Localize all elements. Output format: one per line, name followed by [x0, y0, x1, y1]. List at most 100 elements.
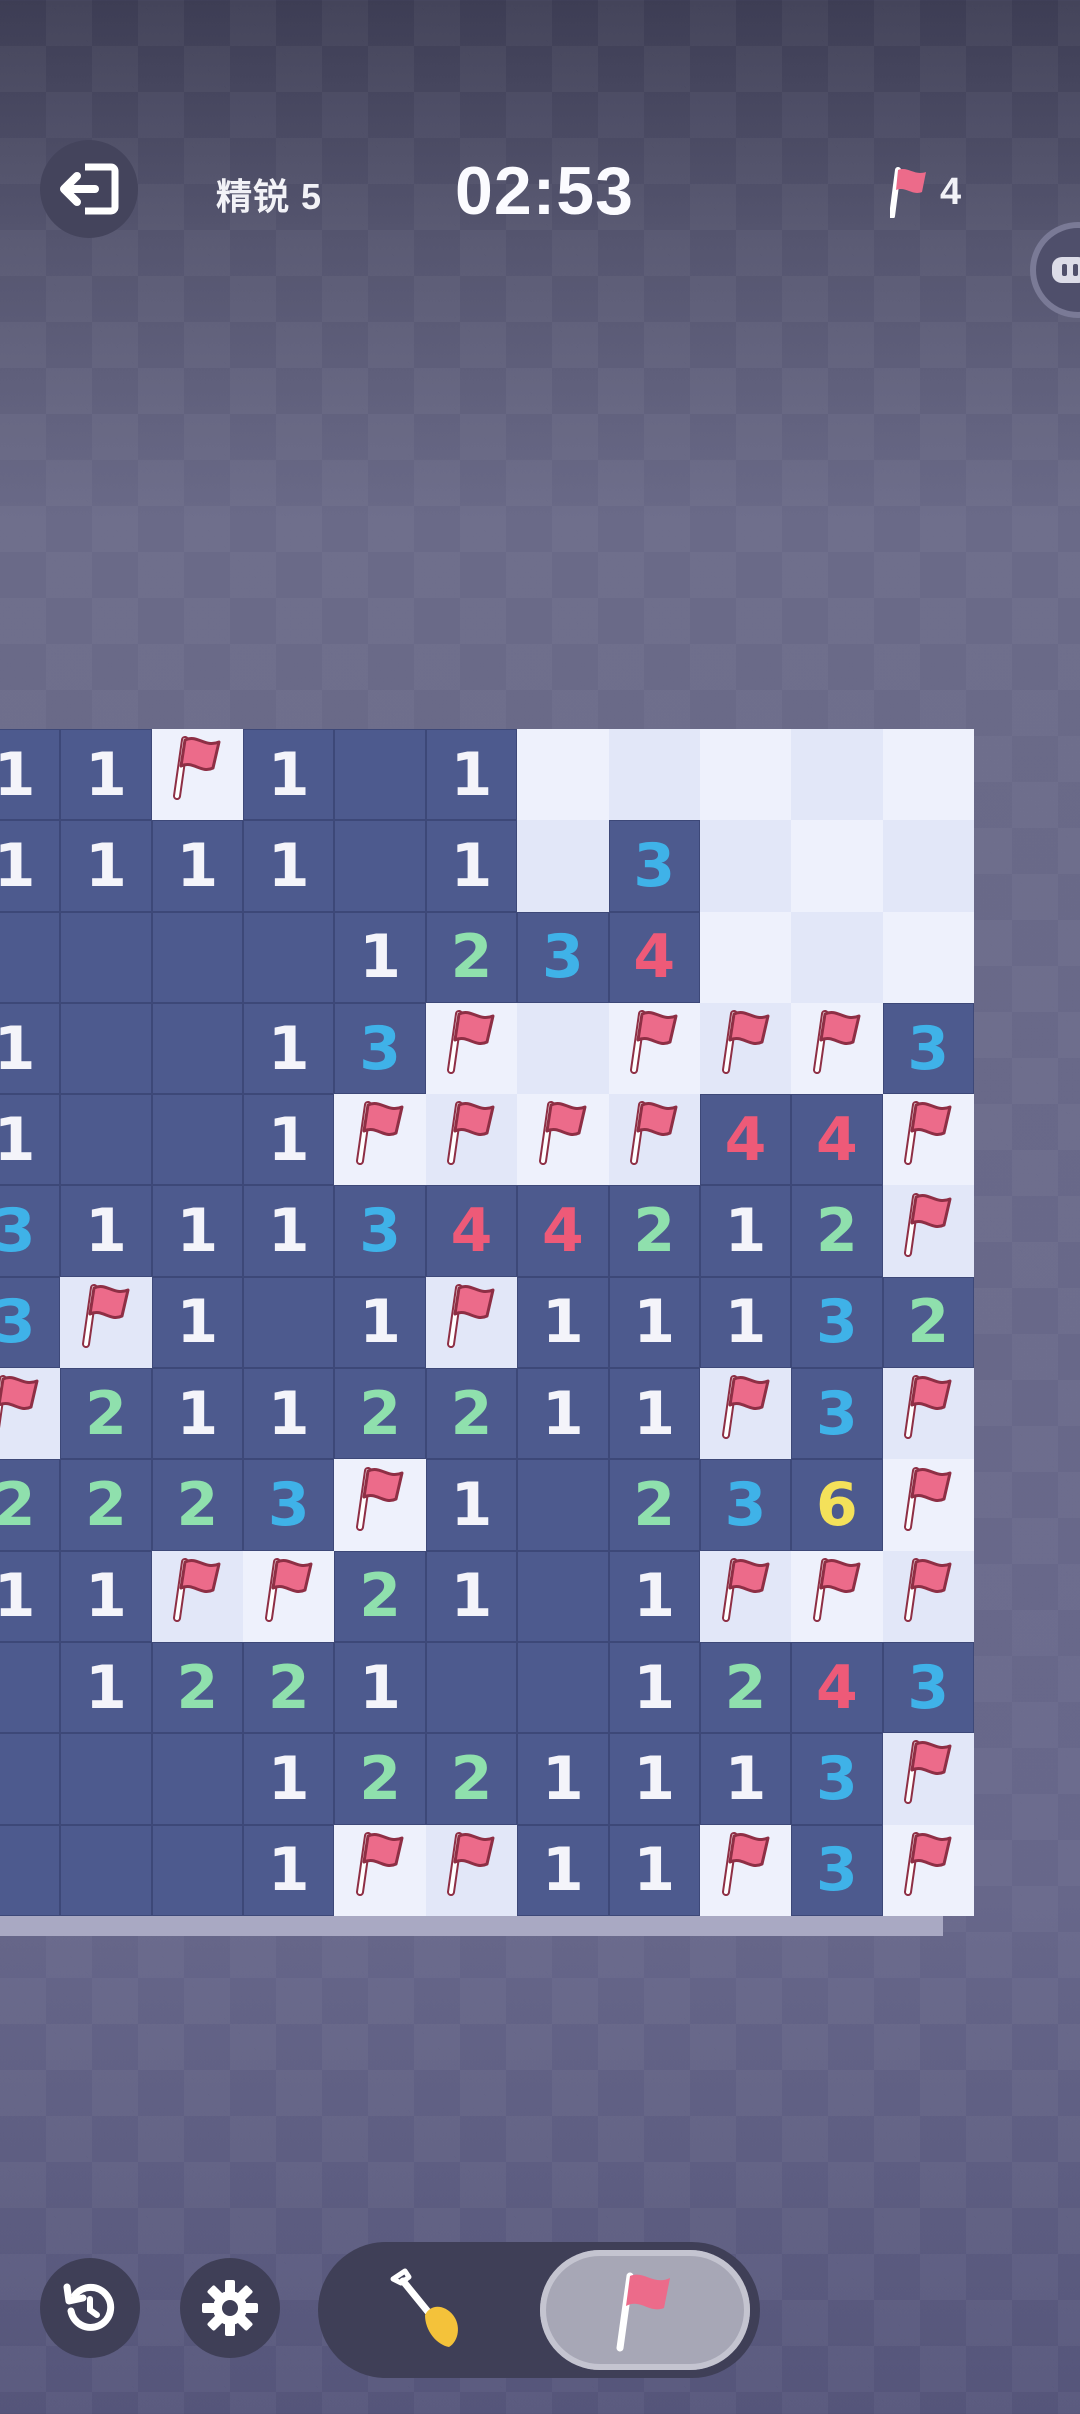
- number-cell[interactable]: 2: [334, 1550, 426, 1642]
- flagged-cell[interactable]: [517, 1094, 609, 1186]
- number-cell[interactable]: 1: [60, 1641, 152, 1734]
- number-cell[interactable]: 3: [791, 1276, 883, 1369]
- flagged-cell[interactable]: [334, 1459, 426, 1551]
- number-cell[interactable]: 1: [243, 1824, 335, 1916]
- exit-button[interactable]: [40, 140, 138, 238]
- flagged-cell[interactable]: [791, 1002, 883, 1095]
- empty-cell[interactable]: [151, 1002, 244, 1095]
- number-cell[interactable]: 2: [608, 1459, 700, 1551]
- number-cell[interactable]: 1: [608, 1824, 700, 1916]
- hidden-cell[interactable]: [699, 729, 792, 821]
- flagged-cell[interactable]: [882, 1185, 974, 1277]
- number-cell[interactable]: 2: [699, 1641, 792, 1734]
- number-cell[interactable]: 1: [243, 1368, 335, 1460]
- flagged-cell[interactable]: [243, 1550, 335, 1642]
- number-cell[interactable]: 4: [425, 1185, 518, 1277]
- mode-toggle[interactable]: [318, 2242, 760, 2378]
- empty-cell[interactable]: [517, 1550, 609, 1642]
- number-cell[interactable]: 2: [0, 1459, 61, 1551]
- number-cell[interactable]: 1: [0, 1002, 61, 1095]
- number-cell[interactable]: 1: [334, 1641, 426, 1734]
- empty-cell[interactable]: [334, 820, 426, 912]
- number-cell[interactable]: 3: [334, 1002, 426, 1095]
- empty-cell[interactable]: [517, 1641, 609, 1734]
- flagged-cell[interactable]: [60, 1276, 152, 1369]
- hidden-cell[interactable]: [791, 911, 883, 1003]
- number-cell[interactable]: 2: [243, 1641, 335, 1734]
- flagged-cell[interactable]: [425, 1824, 518, 1916]
- flagged-cell[interactable]: [425, 1094, 518, 1186]
- settings-button[interactable]: [180, 2258, 280, 2358]
- number-cell[interactable]: 2: [334, 1733, 426, 1825]
- hidden-cell[interactable]: [517, 1002, 609, 1095]
- number-cell[interactable]: 2: [608, 1185, 700, 1277]
- number-cell[interactable]: 1: [699, 1276, 792, 1369]
- number-cell[interactable]: 3: [791, 1824, 883, 1916]
- hidden-cell[interactable]: [882, 911, 974, 1003]
- number-cell[interactable]: 1: [334, 1276, 426, 1369]
- number-cell[interactable]: 1: [699, 1733, 792, 1825]
- number-cell[interactable]: 1: [425, 729, 518, 821]
- number-cell[interactable]: 1: [243, 729, 335, 821]
- number-cell[interactable]: 3: [243, 1459, 335, 1551]
- number-cell[interactable]: 3: [882, 1641, 974, 1734]
- dig-mode-button[interactable]: [338, 2252, 518, 2368]
- number-cell[interactable]: 1: [60, 1185, 152, 1277]
- empty-cell[interactable]: [151, 1094, 244, 1186]
- flag-mode-button[interactable]: [540, 2250, 750, 2370]
- empty-cell[interactable]: [60, 911, 152, 1003]
- number-cell[interactable]: 1: [151, 1368, 244, 1460]
- hidden-cell[interactable]: [517, 820, 609, 912]
- flagged-cell[interactable]: [882, 1459, 974, 1551]
- number-cell[interactable]: 1: [608, 1276, 700, 1369]
- number-cell[interactable]: 2: [60, 1459, 152, 1551]
- number-cell[interactable]: 1: [60, 1550, 152, 1642]
- empty-cell[interactable]: [0, 1733, 61, 1825]
- number-cell[interactable]: 1: [243, 1002, 335, 1095]
- number-cell[interactable]: 1: [425, 820, 518, 912]
- flagged-cell[interactable]: [882, 1094, 974, 1186]
- number-cell[interactable]: 4: [699, 1094, 792, 1186]
- flagged-cell[interactable]: [334, 1824, 426, 1916]
- flagged-cell[interactable]: [699, 1550, 792, 1642]
- flagged-cell[interactable]: [608, 1094, 700, 1186]
- number-cell[interactable]: 1: [608, 1550, 700, 1642]
- number-cell[interactable]: 1: [0, 820, 61, 912]
- flagged-cell[interactable]: [608, 1002, 700, 1095]
- number-cell[interactable]: 1: [0, 729, 61, 821]
- restart-button[interactable]: [40, 2258, 140, 2358]
- number-cell[interactable]: 3: [882, 1002, 974, 1095]
- number-cell[interactable]: 1: [243, 1185, 335, 1277]
- empty-cell[interactable]: [60, 1733, 152, 1825]
- number-cell[interactable]: 1: [517, 1276, 609, 1369]
- flagged-cell[interactable]: [882, 1824, 974, 1916]
- number-cell[interactable]: 2: [425, 1733, 518, 1825]
- number-cell[interactable]: 1: [151, 1185, 244, 1277]
- number-cell[interactable]: 1: [0, 1550, 61, 1642]
- number-cell[interactable]: 1: [334, 911, 426, 1003]
- flagged-cell[interactable]: [882, 1550, 974, 1642]
- empty-cell[interactable]: [151, 1733, 244, 1825]
- hidden-cell[interactable]: [699, 911, 792, 1003]
- number-cell[interactable]: 1: [425, 1459, 518, 1551]
- empty-cell[interactable]: [243, 1276, 335, 1369]
- number-cell[interactable]: 1: [0, 1094, 61, 1186]
- number-cell[interactable]: 2: [425, 1368, 518, 1460]
- flagged-cell[interactable]: [882, 1733, 974, 1825]
- flagged-cell[interactable]: [0, 1368, 61, 1460]
- number-cell[interactable]: 2: [334, 1368, 426, 1460]
- number-cell[interactable]: 4: [791, 1641, 883, 1734]
- number-cell[interactable]: 2: [425, 911, 518, 1003]
- number-cell[interactable]: 1: [425, 1550, 518, 1642]
- empty-cell[interactable]: [517, 1459, 609, 1551]
- number-cell[interactable]: 2: [151, 1641, 244, 1734]
- flagged-cell[interactable]: [151, 729, 244, 821]
- hidden-cell[interactable]: [882, 729, 974, 821]
- number-cell[interactable]: 1: [243, 1094, 335, 1186]
- empty-cell[interactable]: [243, 911, 335, 1003]
- hidden-cell[interactable]: [882, 820, 974, 912]
- hidden-cell[interactable]: [699, 820, 792, 912]
- number-cell[interactable]: 1: [608, 1368, 700, 1460]
- flagged-cell[interactable]: [151, 1550, 244, 1642]
- number-cell[interactable]: 3: [334, 1185, 426, 1277]
